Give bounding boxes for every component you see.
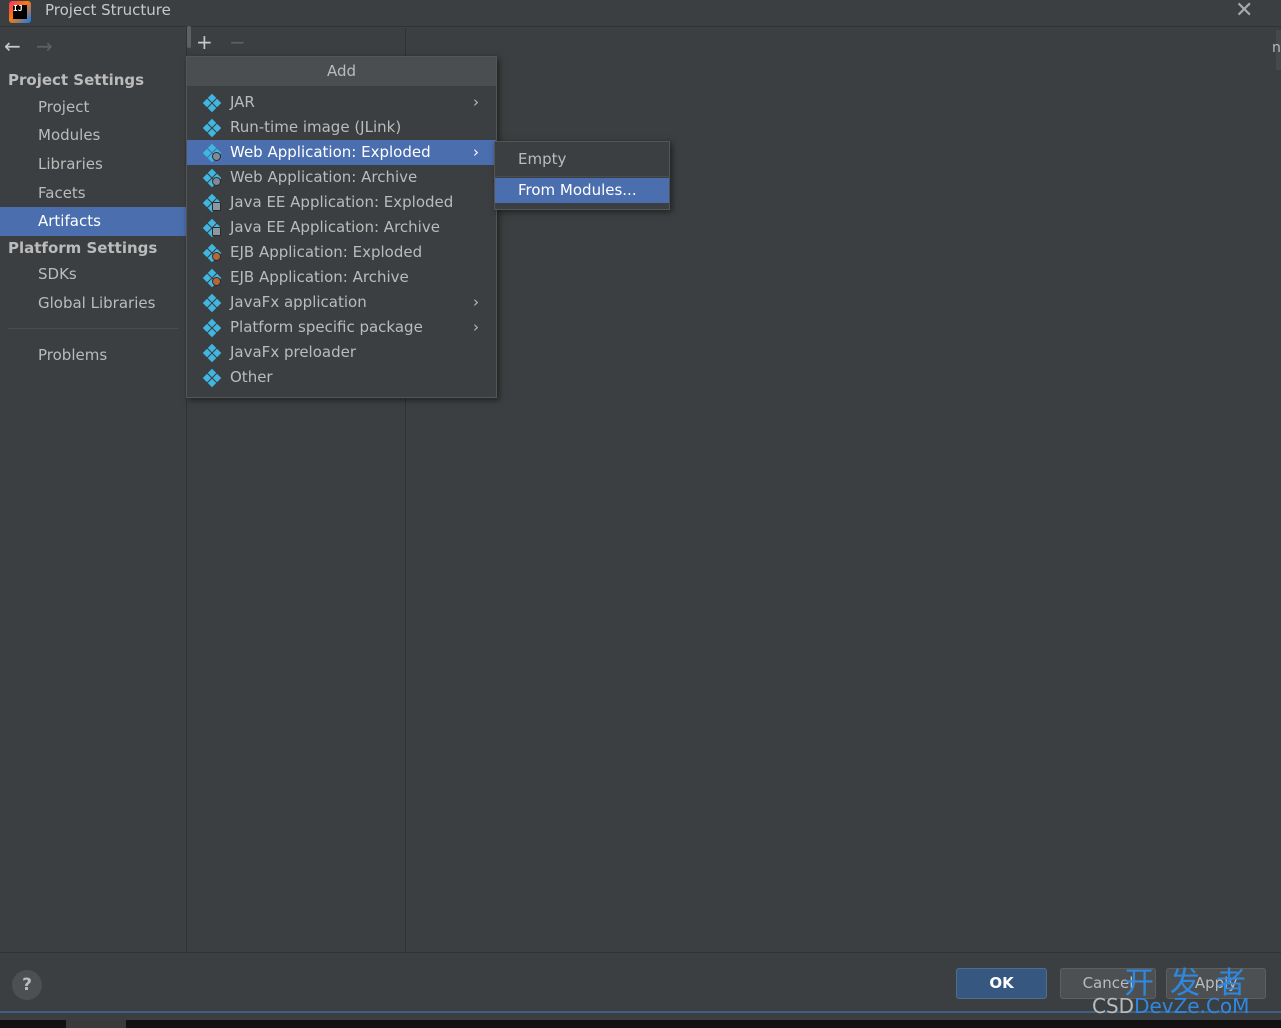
artifact-icon	[202, 193, 222, 213]
artifact-icon	[202, 368, 222, 388]
ok-button[interactable]: OK	[956, 968, 1047, 999]
back-arrow-icon[interactable]: ←	[4, 34, 21, 58]
sidebar-item-facets[interactable]: Facets	[0, 179, 186, 208]
popup-item-label: Web Application: Exploded	[230, 143, 431, 161]
popup-item-web-application-archive[interactable]: Web Application: Archive	[187, 165, 496, 190]
popup-item-platform-specific-package[interactable]: Platform specific package ›	[187, 315, 496, 340]
remove-artifact-button[interactable]: −	[229, 30, 246, 54]
cancel-button[interactable]: Cancel	[1060, 968, 1156, 999]
popup-item-java-ee-application-exploded[interactable]: Java EE Application: Exploded	[187, 190, 496, 215]
popup-item-label: Web Application: Archive	[230, 168, 418, 186]
popup-item-label: Java EE Application: Archive	[230, 218, 440, 236]
submenu-item-empty[interactable]: Empty	[495, 147, 669, 172]
project-structure-dialog: IJ Project Structure ✕ ← → Project Setti…	[0, 0, 1281, 1020]
help-button[interactable]: ?	[12, 970, 42, 1000]
popup-item-web-application-exploded[interactable]: Web Application: Exploded ›	[187, 140, 496, 165]
sidebar-item-sdks[interactable]: SDKs	[0, 260, 186, 289]
ejb-badge-icon	[212, 252, 221, 261]
artifact-icon	[202, 93, 222, 113]
forward-arrow-icon[interactable]: →	[36, 34, 53, 58]
web-badge-icon	[212, 177, 221, 186]
sidebar-item-problems[interactable]: Problems	[0, 341, 186, 370]
popup-item-javafx-preloader[interactable]: JavaFx preloader	[187, 340, 496, 365]
window-title: Project Structure	[45, 1, 171, 19]
popup-item-label: EJB Application: Exploded	[230, 243, 423, 261]
platform-settings-header: Platform Settings	[8, 239, 158, 257]
chevron-right-icon: ›	[473, 143, 479, 161]
sidebar-item-libraries[interactable]: Libraries	[0, 150, 186, 179]
submenu-divider	[495, 176, 669, 177]
popup-item-label: Run-time image (JLink)	[230, 118, 402, 136]
content-edge-text: n	[1272, 40, 1281, 56]
sidebar-item-artifacts[interactable]: Artifacts	[0, 207, 186, 236]
artifact-icon	[202, 343, 222, 363]
popup-item-ejb-application-archive[interactable]: EJB Application: Archive	[187, 265, 496, 290]
popup-item-label: Platform specific package	[230, 318, 423, 336]
popup-item-ejb-application-exploded[interactable]: EJB Application: Exploded	[187, 240, 496, 265]
ee-badge-icon	[212, 202, 221, 211]
submenu-item-from-modules[interactable]: From Modules...	[495, 178, 669, 203]
artifact-icon	[202, 168, 222, 188]
popup-item-run-time-image-jlink[interactable]: Run-time image (JLink)	[187, 115, 496, 140]
add-artifact-popup: Add JAR › Run-time image (JLink) Web Applic…	[186, 56, 497, 398]
popup-item-label: JavaFx preloader	[230, 343, 356, 361]
sidebar-divider	[8, 328, 178, 329]
artifact-icon	[202, 218, 222, 238]
sidebar-item-modules[interactable]: Modules	[0, 121, 186, 150]
focus-border-line	[0, 1011, 1281, 1013]
artifact-icon	[202, 143, 222, 163]
popup-item-java-ee-application-archive[interactable]: Java EE Application: Archive	[187, 215, 496, 240]
title-bar: IJ Project Structure ✕	[0, 0, 1281, 27]
sidebar-item-global-libraries[interactable]: Global Libraries	[0, 289, 186, 318]
popup-item-label: Other	[230, 368, 273, 386]
popup-item-list: JAR › Run-time image (JLink) Web Applicatio…	[187, 86, 496, 390]
chevron-right-icon: ›	[473, 318, 479, 336]
ee-badge-icon	[212, 227, 221, 236]
os-taskbar	[0, 1020, 1281, 1028]
popup-item-label: JavaFx application	[230, 293, 367, 311]
artifact-icon	[202, 243, 222, 263]
popup-title: Add	[187, 57, 496, 86]
dialog-footer: ? OK Cancel Apply	[0, 952, 1281, 1012]
logo-text: IJ	[13, 4, 23, 13]
artifact-icon	[202, 318, 222, 338]
sidebar-item-project[interactable]: Project	[0, 93, 186, 122]
taskbar-item[interactable]	[66, 1020, 126, 1028]
close-icon[interactable]: ✕	[1235, 0, 1253, 23]
artifact-icon	[202, 268, 222, 288]
popup-item-label: JAR	[230, 93, 255, 111]
popup-item-label: Java EE Application: Exploded	[230, 193, 454, 211]
artifact-icon	[202, 293, 222, 313]
web-exploded-submenu: Empty From Modules...	[494, 141, 670, 210]
navigation-bar: ← →	[0, 28, 186, 64]
popup-item-javafx-application[interactable]: JavaFx application ›	[187, 290, 496, 315]
add-artifact-button[interactable]: +	[196, 30, 213, 54]
popup-item-label: EJB Application: Archive	[230, 268, 409, 286]
apply-button[interactable]: Apply	[1166, 968, 1266, 999]
chevron-right-icon: ›	[473, 93, 479, 111]
project-settings-header: Project Settings	[8, 71, 145, 89]
ejb-badge-icon	[212, 277, 221, 286]
popup-item-other[interactable]: Other	[187, 365, 496, 390]
chevron-right-icon: ›	[473, 293, 479, 311]
popup-item-jar[interactable]: JAR ›	[187, 90, 496, 115]
copy-icon[interactable]	[187, 26, 191, 48]
settings-sidebar: Project Settings Project Modules Librari…	[0, 64, 186, 952]
artifact-icon	[202, 118, 222, 138]
web-badge-icon	[212, 152, 221, 161]
